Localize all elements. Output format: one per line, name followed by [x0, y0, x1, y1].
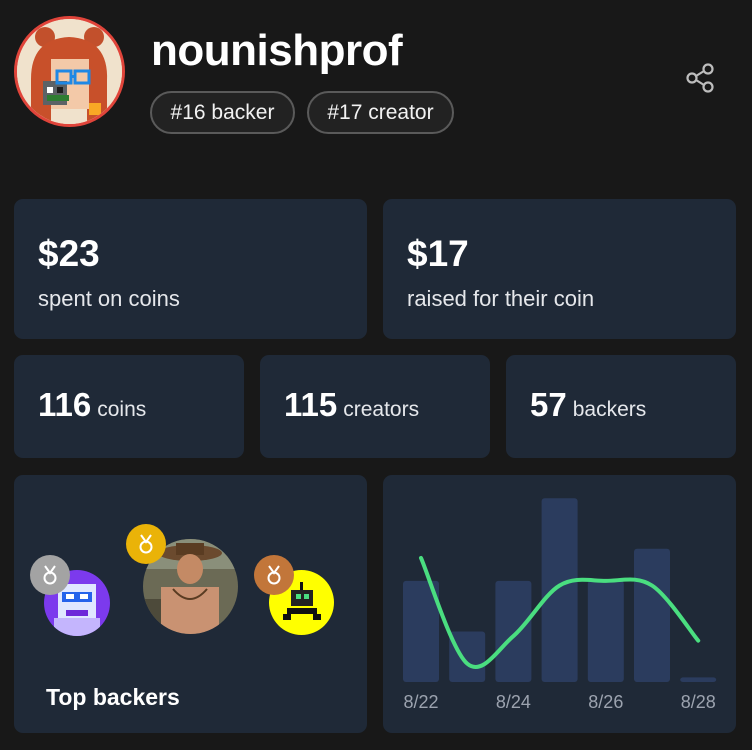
share-icon: [686, 63, 714, 93]
chart-tick-label: 8/28: [680, 692, 716, 712]
raised-value: $17: [407, 233, 469, 274]
raised-label: raised for their coin: [407, 286, 595, 311]
top-backers-card[interactable]: Top backers: [14, 475, 367, 733]
gold-medal-icon: [126, 524, 166, 564]
profile-avatar[interactable]: [14, 16, 125, 127]
coins-card: 116 coins: [14, 355, 244, 458]
bronze-medal-icon: [254, 555, 294, 595]
chart-bar-8-23[interactable]: [449, 631, 486, 682]
chart-bar-8-26[interactable]: [587, 580, 624, 682]
raised-card: $17 raised for their coin: [383, 199, 736, 339]
chart-bar-8-25[interactable]: [541, 498, 578, 682]
creator-rank-badge[interactable]: #17 creator: [307, 91, 454, 134]
spent-value: $23: [38, 233, 100, 274]
chart-tick-label: 8/24: [495, 692, 531, 712]
share-button[interactable]: [682, 60, 718, 96]
chart-tick-label: 8/26: [588, 692, 624, 712]
spent-label: spent on coins: [38, 286, 180, 311]
silver-medal-icon: [30, 555, 70, 595]
username-title: nounishprof: [151, 26, 403, 75]
coins-value: 116: [38, 386, 92, 423]
chart-bar-8-28[interactable]: [680, 677, 717, 682]
backers-value: 57: [530, 386, 567, 423]
creators-value: 115: [284, 386, 338, 423]
chart-bar-8-27[interactable]: [634, 548, 670, 682]
activity-chart: [403, 498, 717, 682]
chart-bar-8-24[interactable]: [495, 580, 532, 682]
creators-label: creators: [343, 398, 420, 421]
coins-label: coins: [97, 398, 147, 421]
backer-rank-badge[interactable]: #16 backer: [150, 91, 295, 134]
backers-label: backers: [572, 398, 647, 421]
activity-chart-card: 8/22 8/24 8/26 8/28: [383, 475, 736, 733]
chart-tick-label: 8/22: [403, 692, 439, 712]
top-backers-title: Top backers: [46, 684, 180, 710]
creators-card: 115 creators: [260, 355, 490, 458]
backers-card: 57 backers: [506, 355, 736, 458]
spent-card: $23 spent on coins: [14, 199, 367, 339]
